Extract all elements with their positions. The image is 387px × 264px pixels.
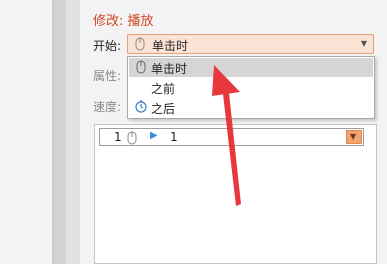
dropdown-item-on-click[interactable]: 单击时 (129, 58, 373, 77)
play-icon: ▶ (150, 130, 158, 141)
list-item-dropdown-button[interactable]: ▼ (346, 130, 362, 144)
dropdown-item-with-previous[interactable]: 之前 (129, 78, 373, 97)
list-item[interactable]: 1 ▶ 1 ▼ (99, 128, 364, 146)
list-item-index: 1 (114, 130, 122, 144)
start-select[interactable]: 单击时 ▼ (127, 34, 374, 54)
chevron-down-icon: ▼ (360, 39, 367, 48)
custom-animation-pane: 修改: 播放 开始: 单击时 ▼ 属性: 速度: 单击时 之前 之后 1 ▶ 1… (80, 0, 387, 264)
list-item-name: 1 (170, 130, 178, 144)
chevron-down-icon: ▼ (350, 132, 357, 141)
dropdown-item-label: 之前 (151, 82, 176, 96)
left-panel (0, 0, 53, 264)
mouse-icon (135, 60, 147, 77)
dropdown-item-label: 单击时 (151, 62, 188, 76)
mouse-icon (134, 37, 146, 54)
dropdown-item-after-previous[interactable]: 之后 (129, 98, 373, 117)
panel-divider (53, 0, 66, 264)
speed-label: 速度: (93, 100, 122, 114)
mouse-icon (126, 131, 138, 148)
pane-title: 修改: 播放 (93, 14, 154, 29)
start-dropdown-menu: 单击时 之前 之后 (127, 56, 375, 119)
pane-gutter (66, 0, 80, 264)
animation-list[interactable]: 1 ▶ 1 ▼ (94, 124, 377, 264)
start-select-value: 单击时 (152, 39, 189, 53)
clock-icon (135, 100, 147, 116)
property-label: 属性: (93, 69, 122, 83)
dropdown-item-label: 之后 (151, 102, 176, 116)
start-label: 开始: (93, 39, 122, 53)
